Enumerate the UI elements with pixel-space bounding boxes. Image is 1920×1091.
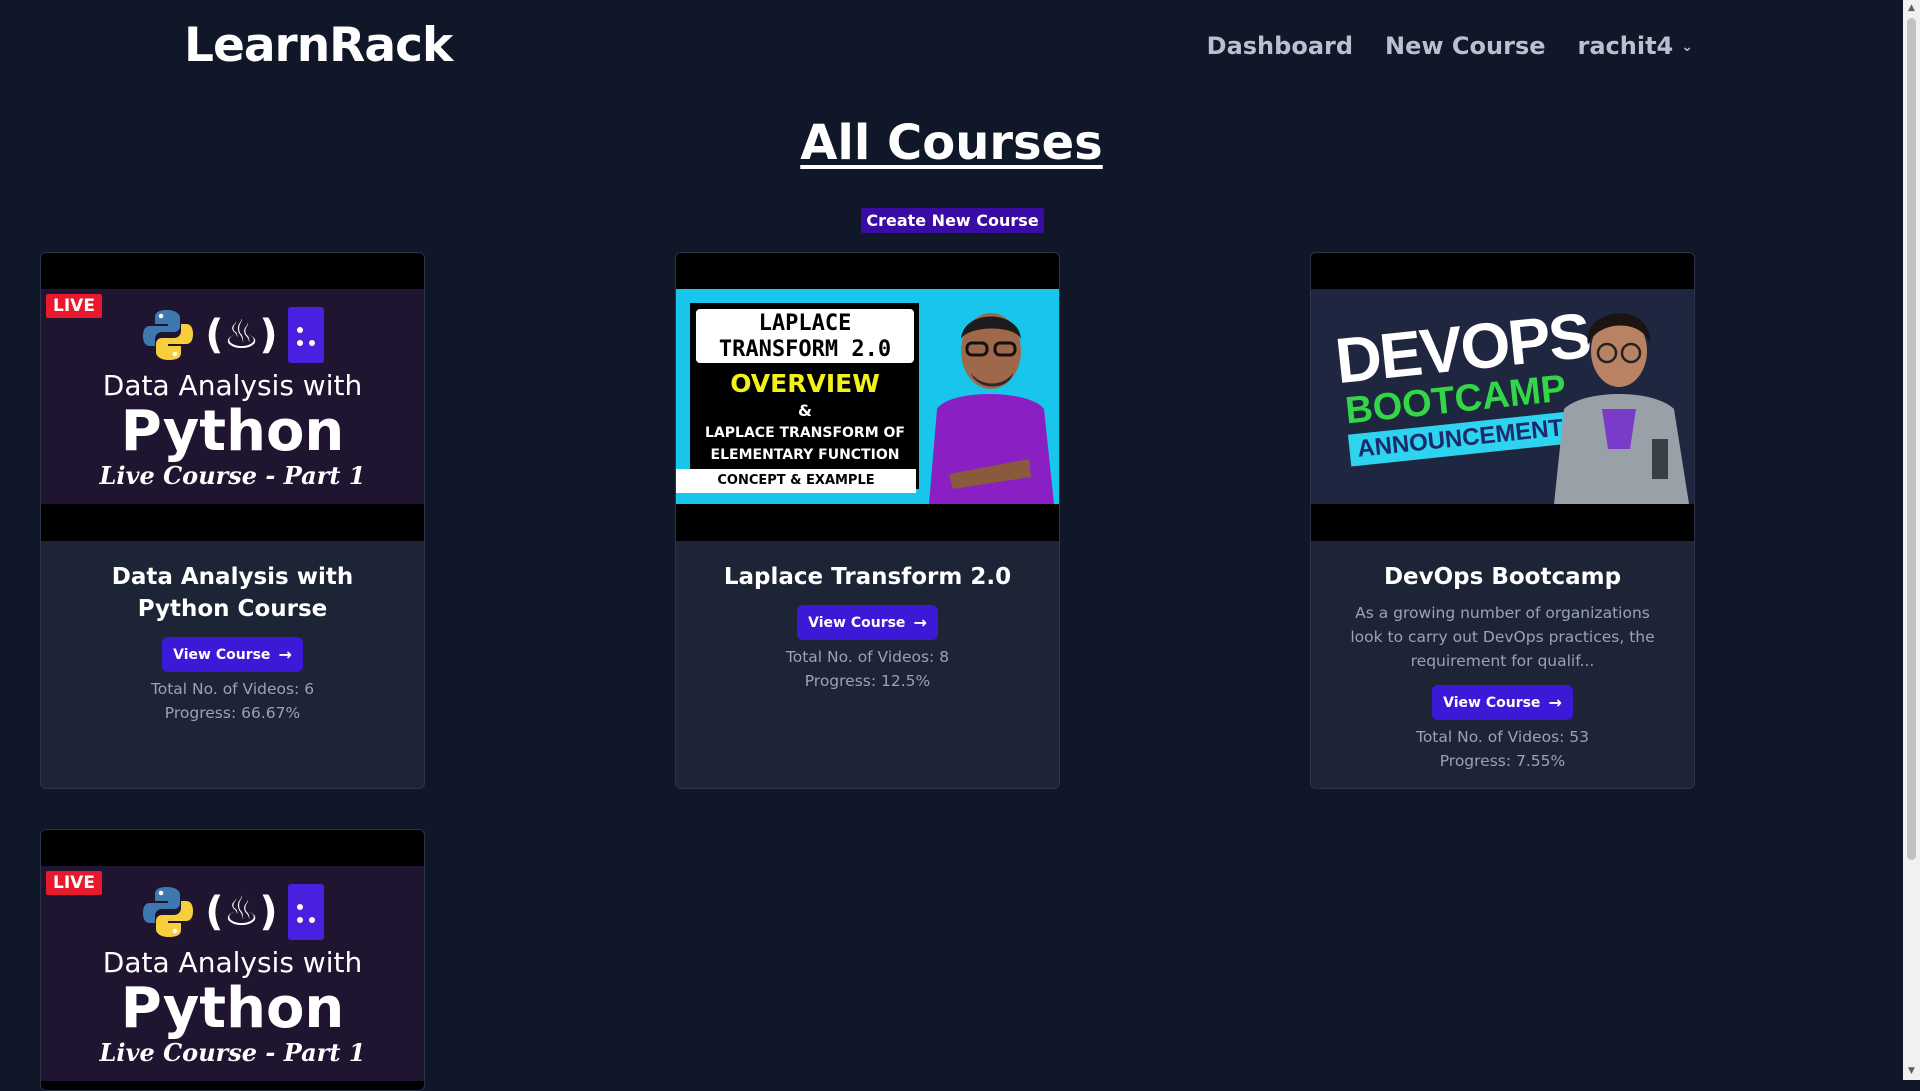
- create-new-course-button[interactable]: Create New Course: [861, 208, 1044, 233]
- page-scrollbar[interactable]: ▲ ▼: [1903, 0, 1920, 1080]
- top-nav: Dashboard New Course rachit4 ⌄: [1207, 32, 1693, 60]
- progress-text: Progress: 7.55%: [1439, 752, 1566, 770]
- progress-text: Progress: 66.67%: [164, 704, 301, 722]
- course-card: LAPLACE TRANSFORM 2.0 OVERVIEW & LAPLACE …: [675, 252, 1060, 789]
- jovian-icon: [287, 307, 324, 363]
- python-icon: [143, 887, 194, 937]
- user-menu[interactable]: rachit4 ⌄: [1578, 32, 1693, 60]
- laplace-thumbnail-image: LAPLACE TRANSFORM 2.0 OVERVIEW & LAPLACE …: [676, 289, 1059, 504]
- course-thumbnail[interactable]: LAPLACE TRANSFORM 2.0 OVERVIEW & LAPLACE …: [676, 253, 1059, 541]
- view-course-button[interactable]: View Course →: [1432, 685, 1573, 720]
- freecodecamp-icon: (♨): [205, 312, 278, 358]
- view-course-button[interactable]: View Course →: [797, 605, 938, 640]
- python-thumbnail-image: LIVE (♨) Data Analysis with Python Live …: [41, 866, 424, 1081]
- view-course-button[interactable]: View Course →: [162, 637, 303, 672]
- course-title: Laplace Transform 2.0: [723, 564, 1012, 590]
- instructor-photo: [919, 289, 1059, 504]
- arrow-right-icon: →: [278, 645, 292, 664]
- video-count: Total No. of Videos: 53: [1415, 728, 1590, 746]
- user-name: rachit4: [1577, 32, 1674, 60]
- arrow-right-icon: →: [913, 613, 927, 632]
- course-thumbnail[interactable]: LIVE (♨) Data Analysis with Python Live …: [41, 830, 424, 1090]
- video-count: Total No. of Videos: 6: [150, 680, 315, 698]
- course-title: DevOps Bootcamp: [1383, 564, 1622, 590]
- python-icon: [143, 310, 194, 360]
- chevron-down-icon: ⌄: [1681, 39, 1693, 55]
- video-count: Total No. of Videos: 8: [785, 648, 950, 666]
- course-card: LIVE (♨) Data Analysis with Python Live …: [40, 829, 425, 1091]
- devops-thumbnail-image: DEVOPS BOOTCAMP ANNOUNCEMENT: [1311, 289, 1694, 504]
- course-title: Data Analysis with Python Course: [111, 564, 354, 622]
- course-thumbnail[interactable]: DEVOPS BOOTCAMP ANNOUNCEMENT: [1311, 253, 1694, 541]
- nav-dashboard[interactable]: Dashboard: [1207, 32, 1353, 60]
- arrow-right-icon: →: [1548, 693, 1562, 712]
- nav-new-course[interactable]: New Course: [1385, 32, 1545, 60]
- python-thumbnail-image: LIVE (♨) Data Analysis with Python Live …: [41, 289, 424, 504]
- brand-logo[interactable]: LearnRack: [184, 18, 453, 73]
- course-thumbnail[interactable]: LIVE (♨) Data Analysis with Python Live …: [41, 253, 424, 541]
- course-card: DEVOPS BOOTCAMP ANNOUNCEMENT DevOps Boot…: [1310, 252, 1695, 789]
- page: LearnRack Dashboard New Course rachit4 ⌄…: [0, 0, 1903, 1091]
- scroll-up-icon[interactable]: ▲: [1903, 0, 1920, 17]
- course-description: As a growing number of organizations loo…: [1350, 604, 1655, 670]
- course-card: LIVE (♨) Data Analysis with Python Live …: [40, 252, 425, 789]
- progress-text: Progress: 12.5%: [804, 672, 931, 690]
- jovian-icon: [287, 884, 324, 940]
- scrollbar-thumb[interactable]: [1907, 18, 1916, 860]
- scroll-down-icon[interactable]: ▼: [1903, 1063, 1920, 1080]
- freecodecamp-icon: (♨): [205, 889, 278, 935]
- page-title: All Courses: [800, 115, 1103, 171]
- instructor-photo: [1554, 313, 1689, 504]
